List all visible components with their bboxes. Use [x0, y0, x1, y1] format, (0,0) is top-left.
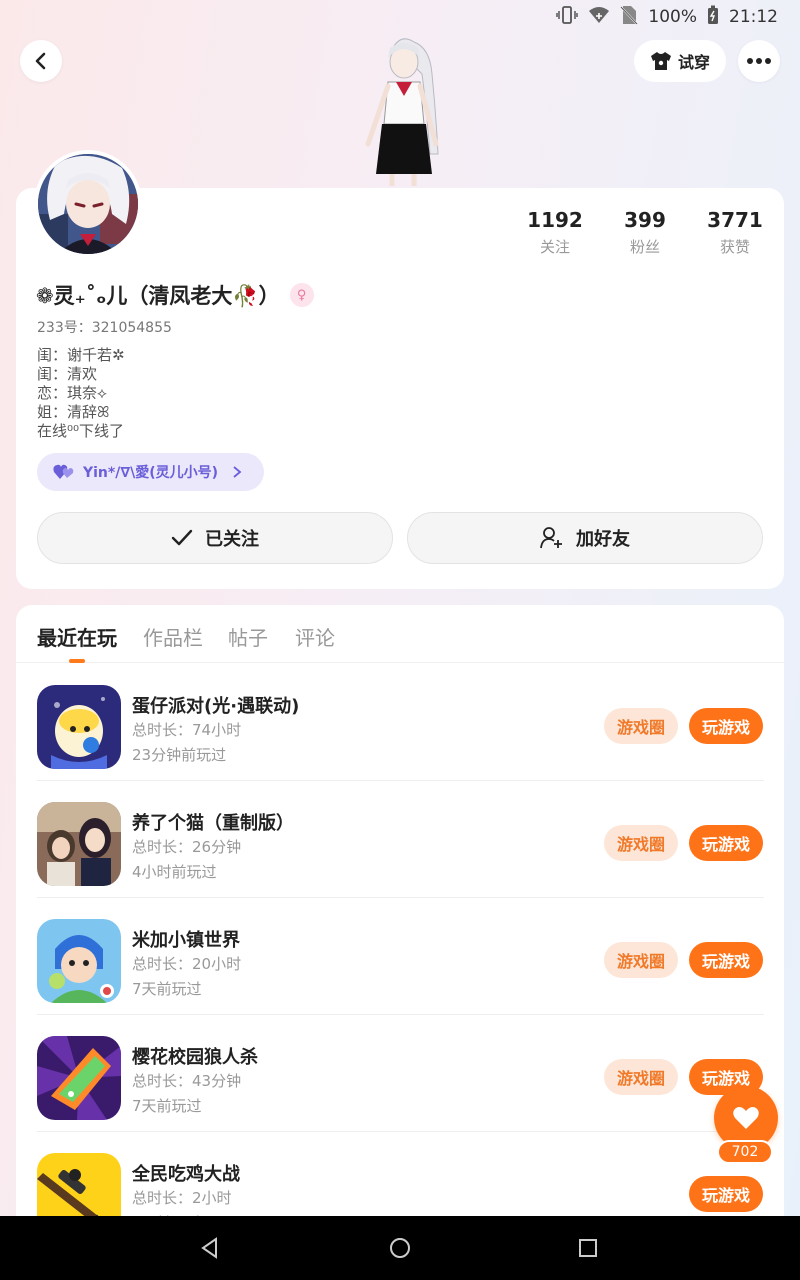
battery-icon: [707, 5, 719, 30]
bio-line: 闺：谢千若✲: [37, 346, 125, 364]
game-last-played: 23分钟前玩过: [132, 746, 227, 764]
game-duration: 总时长：26分钟: [132, 838, 242, 856]
likes-label: 获赞: [719, 238, 750, 256]
game-circle-button[interactable]: 游戏圈: [604, 825, 678, 861]
game-icon-raise-a-cat: [37, 802, 121, 886]
bio-line: 恋：琪奈⟡: [37, 384, 107, 402]
bio-line: 闺：清欢: [37, 365, 98, 383]
followers-label: 粉丝: [629, 238, 660, 256]
battery-percent: 100%: [648, 7, 697, 27]
game-title: 樱花校园狼人杀: [132, 1047, 258, 1068]
game-row[interactable]: 蛋仔派对(光·遇联动) 总时长：74小时 23分钟前玩过 游戏圈 玩游戏: [37, 664, 764, 781]
follow-label: 已关注: [205, 529, 259, 550]
avatar-costume-figure: [352, 34, 452, 188]
followers-count: 399: [624, 208, 666, 232]
game-row[interactable]: 樱花校园狼人杀 总时长：43分钟 7天前玩过 游戏圈 玩游戏: [37, 1015, 764, 1132]
tab-recently-played[interactable]: 最近在玩: [37, 622, 117, 651]
tab-comments[interactable]: 评论: [295, 622, 335, 651]
game-icon-sakura-werewolf: [37, 1036, 121, 1120]
play-game-button[interactable]: 玩游戏: [689, 942, 763, 978]
add-friend-label: 加好友: [576, 529, 630, 550]
stat-followers[interactable]: 399 粉丝: [600, 208, 690, 257]
status-bar: 100% 21:12: [0, 0, 800, 34]
game-duration: 总时长：20小时: [132, 955, 242, 973]
nickname-row: ❁灵₊˚ₒ儿（清凤老大🥀） ♀: [36, 280, 314, 310]
following-count: 1192: [527, 208, 583, 232]
game-title: 全民吃鸡大战: [132, 1164, 240, 1185]
back-button[interactable]: [20, 40, 62, 82]
stat-following[interactable]: 1192 关注: [510, 208, 600, 257]
wifi-icon: [588, 6, 610, 29]
game-row[interactable]: 全民吃鸡大战 总时长：2小时 7天前玩过 玩游戏: [37, 1132, 764, 1225]
recent-games-panel: 最近在玩 作品栏 帖子 评论 蛋仔派对(光·遇联动) 总时长：74小时 23分钟…: [16, 605, 784, 1225]
chevron-right-icon: [233, 466, 242, 478]
play-game-button[interactable]: 玩游戏: [689, 825, 763, 861]
nav-back-icon[interactable]: [198, 1236, 222, 1260]
game-duration: 总时长：74小时: [132, 721, 242, 739]
game-row[interactable]: 米加小镇世界 总时长：20小时 7天前玩过 游戏圈 玩游戏: [37, 898, 764, 1015]
game-circle-button[interactable]: 游戏圈: [604, 942, 678, 978]
game-last-played: 7天前玩过: [132, 980, 202, 998]
user-id: 233号：321054855: [37, 320, 172, 336]
game-row[interactable]: 养了个猫（重制版） 总时长：26分钟 4小时前玩过 游戏圈 玩游戏: [37, 781, 764, 898]
nickname: ❁灵₊˚ₒ儿（清凤老大🥀）: [36, 284, 280, 308]
nav-recents-icon[interactable]: [576, 1236, 600, 1260]
bio: 闺：谢千若✲ 闺：清欢 恋：琪奈⟡ 姐：清辞ꕤ 在线⁰⁰下线了: [37, 346, 125, 441]
associated-account-name: Yin*/∇\愛(灵儿小号): [83, 465, 219, 481]
likes-count: 3771: [707, 208, 763, 232]
game-title: 养了个猫（重制版）: [132, 813, 294, 834]
more-dots-icon: [747, 58, 771, 64]
add-friend-button[interactable]: 加好友: [407, 512, 763, 564]
stats-row: 1192 关注 399 粉丝 3771 获赞: [510, 208, 780, 257]
game-last-played: 4小时前玩过: [132, 863, 217, 881]
back-arrow-icon: [35, 52, 46, 70]
game-title: 蛋仔派对(光·遇联动): [132, 696, 300, 717]
system-nav-bar: [0, 1216, 800, 1280]
tab-works[interactable]: 作品栏: [143, 622, 203, 651]
game-icon-miga-town: [37, 919, 121, 1003]
bio-line: 姐：清辞ꕤ: [37, 403, 110, 421]
game-last-played: 7天前玩过: [132, 1097, 202, 1115]
play-game-button[interactable]: 玩游戏: [689, 708, 763, 744]
game-duration: 总时长：43分钟: [132, 1072, 242, 1090]
double-heart-icon: [53, 464, 74, 479]
play-game-button[interactable]: 玩游戏: [689, 1176, 763, 1212]
clock: 21:12: [729, 7, 778, 27]
nav-home-icon[interactable]: [388, 1236, 412, 1260]
avatar[interactable]: [34, 150, 142, 258]
game-circle-button[interactable]: 游戏圈: [604, 708, 678, 744]
heart-icon: [733, 1107, 759, 1129]
shirt-icon: [650, 52, 671, 70]
following-label: 关注: [539, 238, 570, 256]
stat-likes[interactable]: 3771 获赞: [690, 208, 780, 257]
active-tab-indicator: [69, 659, 85, 663]
tab-bar: 最近在玩 作品栏 帖子 评论: [16, 605, 784, 663]
game-duration: 总时长：2小时: [132, 1189, 232, 1207]
check-icon: [171, 529, 193, 546]
game-icon-pubg-battle: [37, 1153, 121, 1225]
no-sim-icon: [620, 5, 639, 30]
add-user-icon: [540, 527, 562, 549]
game-circle-button[interactable]: 游戏圈: [604, 1059, 678, 1095]
like-count-badge: 702: [717, 1140, 773, 1164]
vibrate-icon: [556, 5, 579, 30]
game-icon-eggy-party: [37, 685, 121, 769]
bio-line: 在线⁰⁰下线了: [37, 422, 125, 440]
follow-button[interactable]: 已关注: [37, 512, 393, 564]
game-title: 米加小镇世界: [132, 930, 240, 951]
associated-account-chip[interactable]: Yin*/∇\愛(灵儿小号): [37, 453, 264, 491]
female-icon: ♀: [289, 283, 314, 307]
tab-posts[interactable]: 帖子: [228, 622, 268, 651]
more-button[interactable]: [738, 40, 780, 82]
try-on-button[interactable]: 试穿: [634, 40, 726, 82]
try-on-label: 试穿: [677, 53, 710, 72]
